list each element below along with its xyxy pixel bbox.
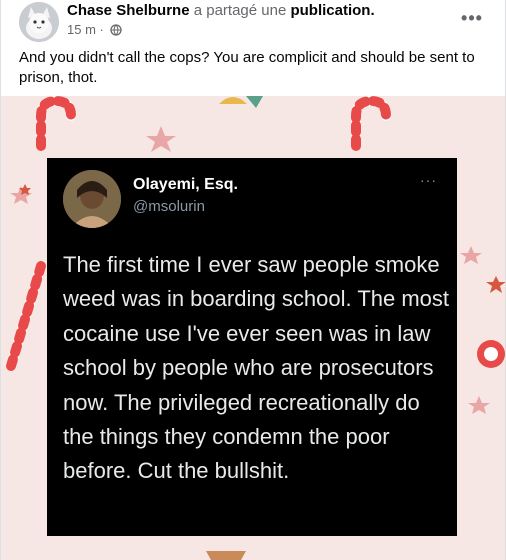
post-caption: And you didn't call the cops? You are co…	[19, 49, 475, 86]
more-options-button[interactable]: •••	[461, 8, 483, 28]
tweet-display-name: Olayemi, Esq.	[133, 176, 238, 193]
cat-avatar-icon	[19, 2, 59, 42]
author-name-link[interactable]: Chase Shelburne	[67, 2, 190, 19]
share-action-text: a partagé une	[193, 2, 287, 19]
tweet-screenshot: Olayemi, Esq. @msolurin ··· The first ti…	[47, 158, 457, 536]
globe-icon	[110, 24, 123, 40]
post-meta: 15 m ·	[67, 22, 123, 40]
person-avatar-icon	[63, 170, 121, 228]
post-timestamp[interactable]: 15 m ·	[67, 22, 104, 37]
tweet-text: The first time I ever saw people smoke w…	[63, 252, 450, 484]
shared-post-card: Chase Shelburne a partagé une publicatio…	[0, 0, 506, 560]
tweet-handle: @msolurin	[133, 198, 205, 215]
post-header: Chase Shelburne a partagé une publicatio…	[13, 0, 493, 44]
tweet-more-icon: ···	[420, 172, 437, 188]
tweet-avatar	[63, 170, 121, 228]
publication-link[interactable]: publication.	[290, 2, 374, 19]
author-avatar[interactable]	[19, 2, 59, 42]
shared-image[interactable]: Olayemi, Esq. @msolurin ··· The first ti…	[1, 96, 505, 560]
